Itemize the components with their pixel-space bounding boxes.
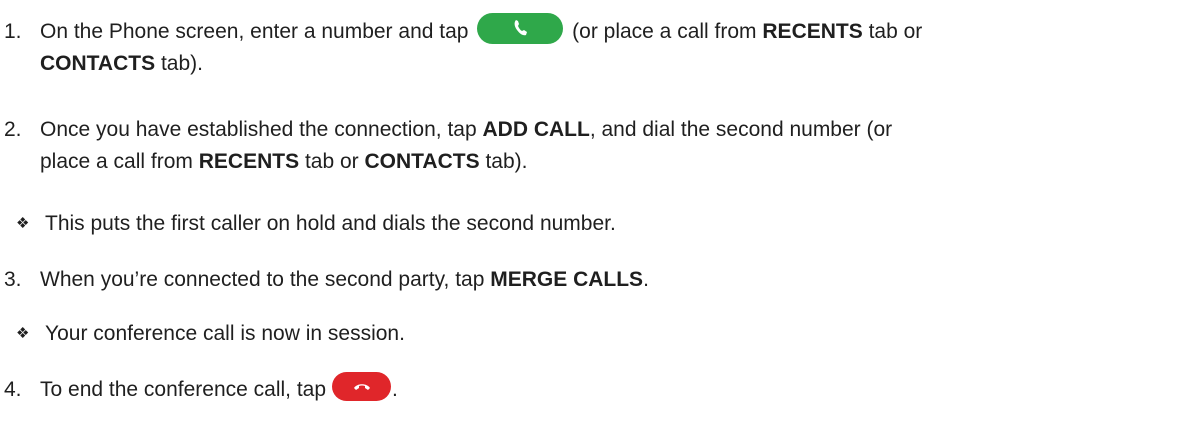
recents-tab-label: RECENTS [198,150,300,173]
step-text-part: . [392,378,398,401]
step-text-part: To end the conference call, tap [40,378,327,401]
phone-hangup-icon [353,384,370,390]
step-text-part: Once you have established the connection… [40,118,477,141]
step-text-part: (or place a call from [572,20,757,43]
note-text: This puts the first caller on hold and d… [45,212,616,235]
step-number: 1. [4,20,22,43]
step-text-part: On the Phone screen, enter a number and … [40,20,469,43]
step-text: Once you have established the connection… [40,114,1180,178]
step-text-part: , and dial the second number (or [589,118,893,141]
diamond-bullet-icon: ❖ [16,325,30,342]
step-text: On the Phone screen, enter a number and … [40,12,1180,80]
step-number: 2. [4,118,22,141]
diamond-bullet-icon: ❖ [16,215,30,232]
step-text-part: tab or [304,150,359,173]
contacts-tab-label: CONTACTS [40,52,156,75]
step-text-part: . [643,268,649,291]
note-text: Your conference call is now in session. [45,322,405,345]
merge-calls-label: MERGE CALLS [490,268,644,291]
step-text: When you’re connected to the second part… [40,264,1180,296]
step-text-part: tab). [160,52,203,75]
recents-tab-label: RECENTS [762,20,863,43]
step-text-part: tab). [485,150,528,173]
step-text: To end the conference call, tap . [40,371,1180,406]
phone-call-icon [514,19,528,36]
call-button-icon [477,12,564,44]
step-number: 4. [4,378,22,401]
end-call-button-icon [332,371,392,401]
step-number: 3. [4,268,22,291]
add-call-label: ADD CALL [482,118,590,141]
step-text-part: tab or [868,20,923,43]
contacts-tab-label: CONTACTS [364,150,480,173]
step-text-part: When you’re connected to the second part… [40,268,485,291]
step-text-part: place a call from [40,150,193,173]
